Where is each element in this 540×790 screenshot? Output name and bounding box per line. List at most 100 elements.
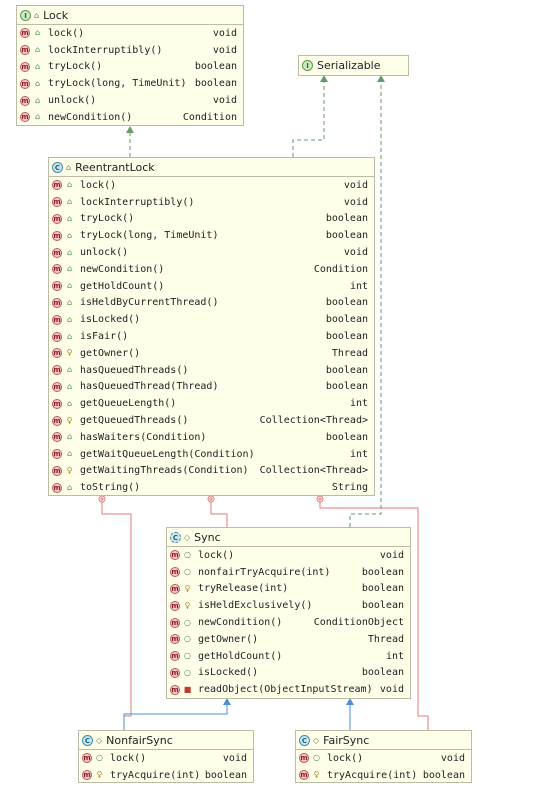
method-name: isLocked() <box>80 314 141 326</box>
method-icon: m <box>170 667 180 678</box>
return-type: boolean <box>361 667 404 679</box>
method-row[interactable]: m ⌂ tryLock() boolean <box>49 211 374 228</box>
method-row[interactable]: m ♀ getOwner() Thread <box>49 345 374 362</box>
return-type: boolean <box>325 213 368 225</box>
return-type: boolean <box>361 600 404 612</box>
method-row[interactable]: m ⌂ tryLock(long, TimeUnit) boolean <box>49 227 374 244</box>
method-row[interactable]: m ⌂ hasQueuedThreads() boolean <box>49 362 374 379</box>
method-row[interactable]: m ♀ getWaitingThreads(Condition) Collection… <box>49 463 374 480</box>
method-row[interactable]: m ⌂ isHeldByCurrentThread() boolean <box>49 295 374 312</box>
method-icon: m <box>170 634 180 645</box>
method-row[interactable]: m ○ getOwner() Thread <box>167 631 410 648</box>
return-type: void <box>212 27 237 39</box>
method-icon: m <box>52 264 62 275</box>
method-row[interactable]: m ⌂ lockInterruptibly() void <box>49 194 374 211</box>
method-row[interactable]: m ⌂ lockInterruptibly() void <box>17 42 243 59</box>
box-lock[interactable]: I ⌂ Lock m ⌂ lock() void m ⌂ lockInterruptibly() v… <box>16 5 244 126</box>
method-row[interactable]: m ⌂ newCondition() Condition <box>49 261 374 278</box>
method-name: hasWaiters(Condition) <box>80 431 207 443</box>
method-name: lockInterruptibly() <box>48 44 163 56</box>
method-row[interactable]: m ○ nonfairTryAcquire(int) boolean <box>167 564 410 581</box>
method-row[interactable]: m ⌂ tryLock(long, TimeUnit) boolean <box>17 75 243 92</box>
method-row[interactable]: m ♀ tryAcquire(int) boolean <box>79 767 253 784</box>
method-row[interactable]: m ♀ tryAcquire(int) boolean <box>296 767 471 784</box>
return-type: void <box>343 179 368 191</box>
method-name: tryLock(long, TimeUnit) <box>48 78 187 90</box>
public-visibility-icon: ⌂ <box>66 180 73 190</box>
public-visibility-icon: ⌂ <box>66 331 73 341</box>
method-icon: m <box>82 770 92 781</box>
method-name: getHoldCount() <box>198 650 283 662</box>
visibility-icon: ⌂ <box>66 162 72 172</box>
method-row[interactable]: m ⌂ unlock() void <box>17 92 243 109</box>
return-type: int <box>385 650 404 662</box>
method-row[interactable]: m ⌂ getHoldCount() int <box>49 278 374 295</box>
method-row[interactable]: m ⌂ isFair() boolean <box>49 328 374 345</box>
method-row[interactable]: m ⌂ newCondition() Condition <box>17 109 243 126</box>
method-row[interactable]: m ○ getHoldCount() int <box>167 648 410 665</box>
method-row[interactable]: m ♀ getQueuedThreads() Collection<Thread> <box>49 412 374 429</box>
method-row[interactable]: m ○ lock() void <box>167 547 410 564</box>
box-serializable[interactable]: I Serializable <box>298 55 409 76</box>
public-visibility-icon: ⌂ <box>66 365 73 375</box>
public-visibility-icon: ⌂ <box>66 281 73 291</box>
method-row[interactable]: m ⌂ unlock() void <box>49 244 374 261</box>
method-row[interactable]: m ⌂ toString() String <box>49 479 374 496</box>
method-row[interactable]: m ⌂ hasQueuedThread(Thread) boolean <box>49 379 374 396</box>
return-type: void <box>212 95 237 107</box>
method-row[interactable]: m ○ newCondition() ConditionObject <box>167 614 410 631</box>
package-visibility-icon: ○ <box>184 667 191 677</box>
method-icon: m <box>52 281 62 292</box>
public-visibility-icon: ⌂ <box>34 45 41 55</box>
visibility-icon: ◇ <box>184 532 191 542</box>
method-row[interactable]: m ⌂ lock() void <box>49 177 374 194</box>
box-fairsync[interactable]: C ◇ FairSync m ○ lock() void m ♀ tryAcquire(int) b… <box>295 730 472 783</box>
box-nonfairsync[interactable]: C ◇ NonfairSync m ○ lock() void m ♀ tryAcquire(in… <box>78 730 254 783</box>
method-row[interactable]: m ○ lock() void <box>79 750 253 767</box>
return-type: Collection<Thread> <box>259 415 368 427</box>
public-visibility-icon: ⌂ <box>66 381 73 391</box>
method-name: tryLock() <box>48 61 103 73</box>
method-row[interactable]: m ⌂ getQueueLength() int <box>49 395 374 412</box>
return-type: boolean <box>325 331 368 343</box>
method-row[interactable]: m ♀ isHeldExclusively() boolean <box>167 597 410 614</box>
method-row[interactable]: m ♀ tryRelease(int) boolean <box>167 581 410 598</box>
protected-visibility-icon: ♀ <box>313 770 320 780</box>
method-icon: m <box>20 61 30 72</box>
method-name: newCondition() <box>198 617 283 629</box>
method-name: getHoldCount() <box>80 280 165 292</box>
box-reentrantlock[interactable]: C ⌂ ReentrantLock m ⌂ lock() void m ⌂ lockInterru… <box>48 157 375 496</box>
protected-visibility-icon: ♀ <box>66 348 73 358</box>
box-header: C ◇ NonfairSync <box>79 731 253 749</box>
method-row[interactable]: m ⌂ isLocked() boolean <box>49 311 374 328</box>
box-sync[interactable]: C ◇ Sync m ○ lock() void m ○ nonfairTryAcquire(in… <box>166 527 411 699</box>
method-name: hasQueuedThreads() <box>80 364 189 376</box>
method-row[interactable]: m ⌂ lock() void <box>17 25 243 42</box>
arrowhead-sync-2 <box>346 698 354 705</box>
method-row[interactable]: m ○ lock() void <box>296 750 471 767</box>
return-type: boolean <box>194 78 237 90</box>
public-visibility-icon: ⌂ <box>66 247 73 257</box>
visibility-icon: ◇ <box>313 735 320 745</box>
method-row[interactable]: m ⌂ getWaitQueueLength(Condition) int <box>49 446 374 463</box>
return-type: boolean <box>361 583 404 595</box>
return-type: ConditionObject <box>313 617 404 629</box>
return-type: Thread <box>331 347 368 359</box>
public-visibility-icon: ⌂ <box>34 78 41 88</box>
return-type: Condition <box>313 263 368 275</box>
method-row[interactable]: m ■ readObject(ObjectInputStream) void <box>167 681 410 698</box>
return-type: boolean <box>325 297 368 309</box>
box-title: ReentrantLock <box>75 160 155 174</box>
package-visibility-icon: ○ <box>184 550 191 560</box>
method-row[interactable]: m ⌂ tryLock() boolean <box>17 59 243 76</box>
method-name: isLocked() <box>198 667 259 679</box>
protected-visibility-icon: ♀ <box>66 465 73 475</box>
return-type: Thread <box>367 633 404 645</box>
method-row[interactable]: m ⌂ hasWaiters(Condition) boolean <box>49 429 374 446</box>
method-icon: m <box>170 651 180 662</box>
method-row[interactable]: m ○ isLocked() boolean <box>167 665 410 682</box>
public-visibility-icon: ⌂ <box>66 213 73 223</box>
method-name: tryRelease(int) <box>198 583 289 595</box>
private-visibility-icon: ■ <box>183 684 192 694</box>
method-icon: m <box>170 567 180 578</box>
